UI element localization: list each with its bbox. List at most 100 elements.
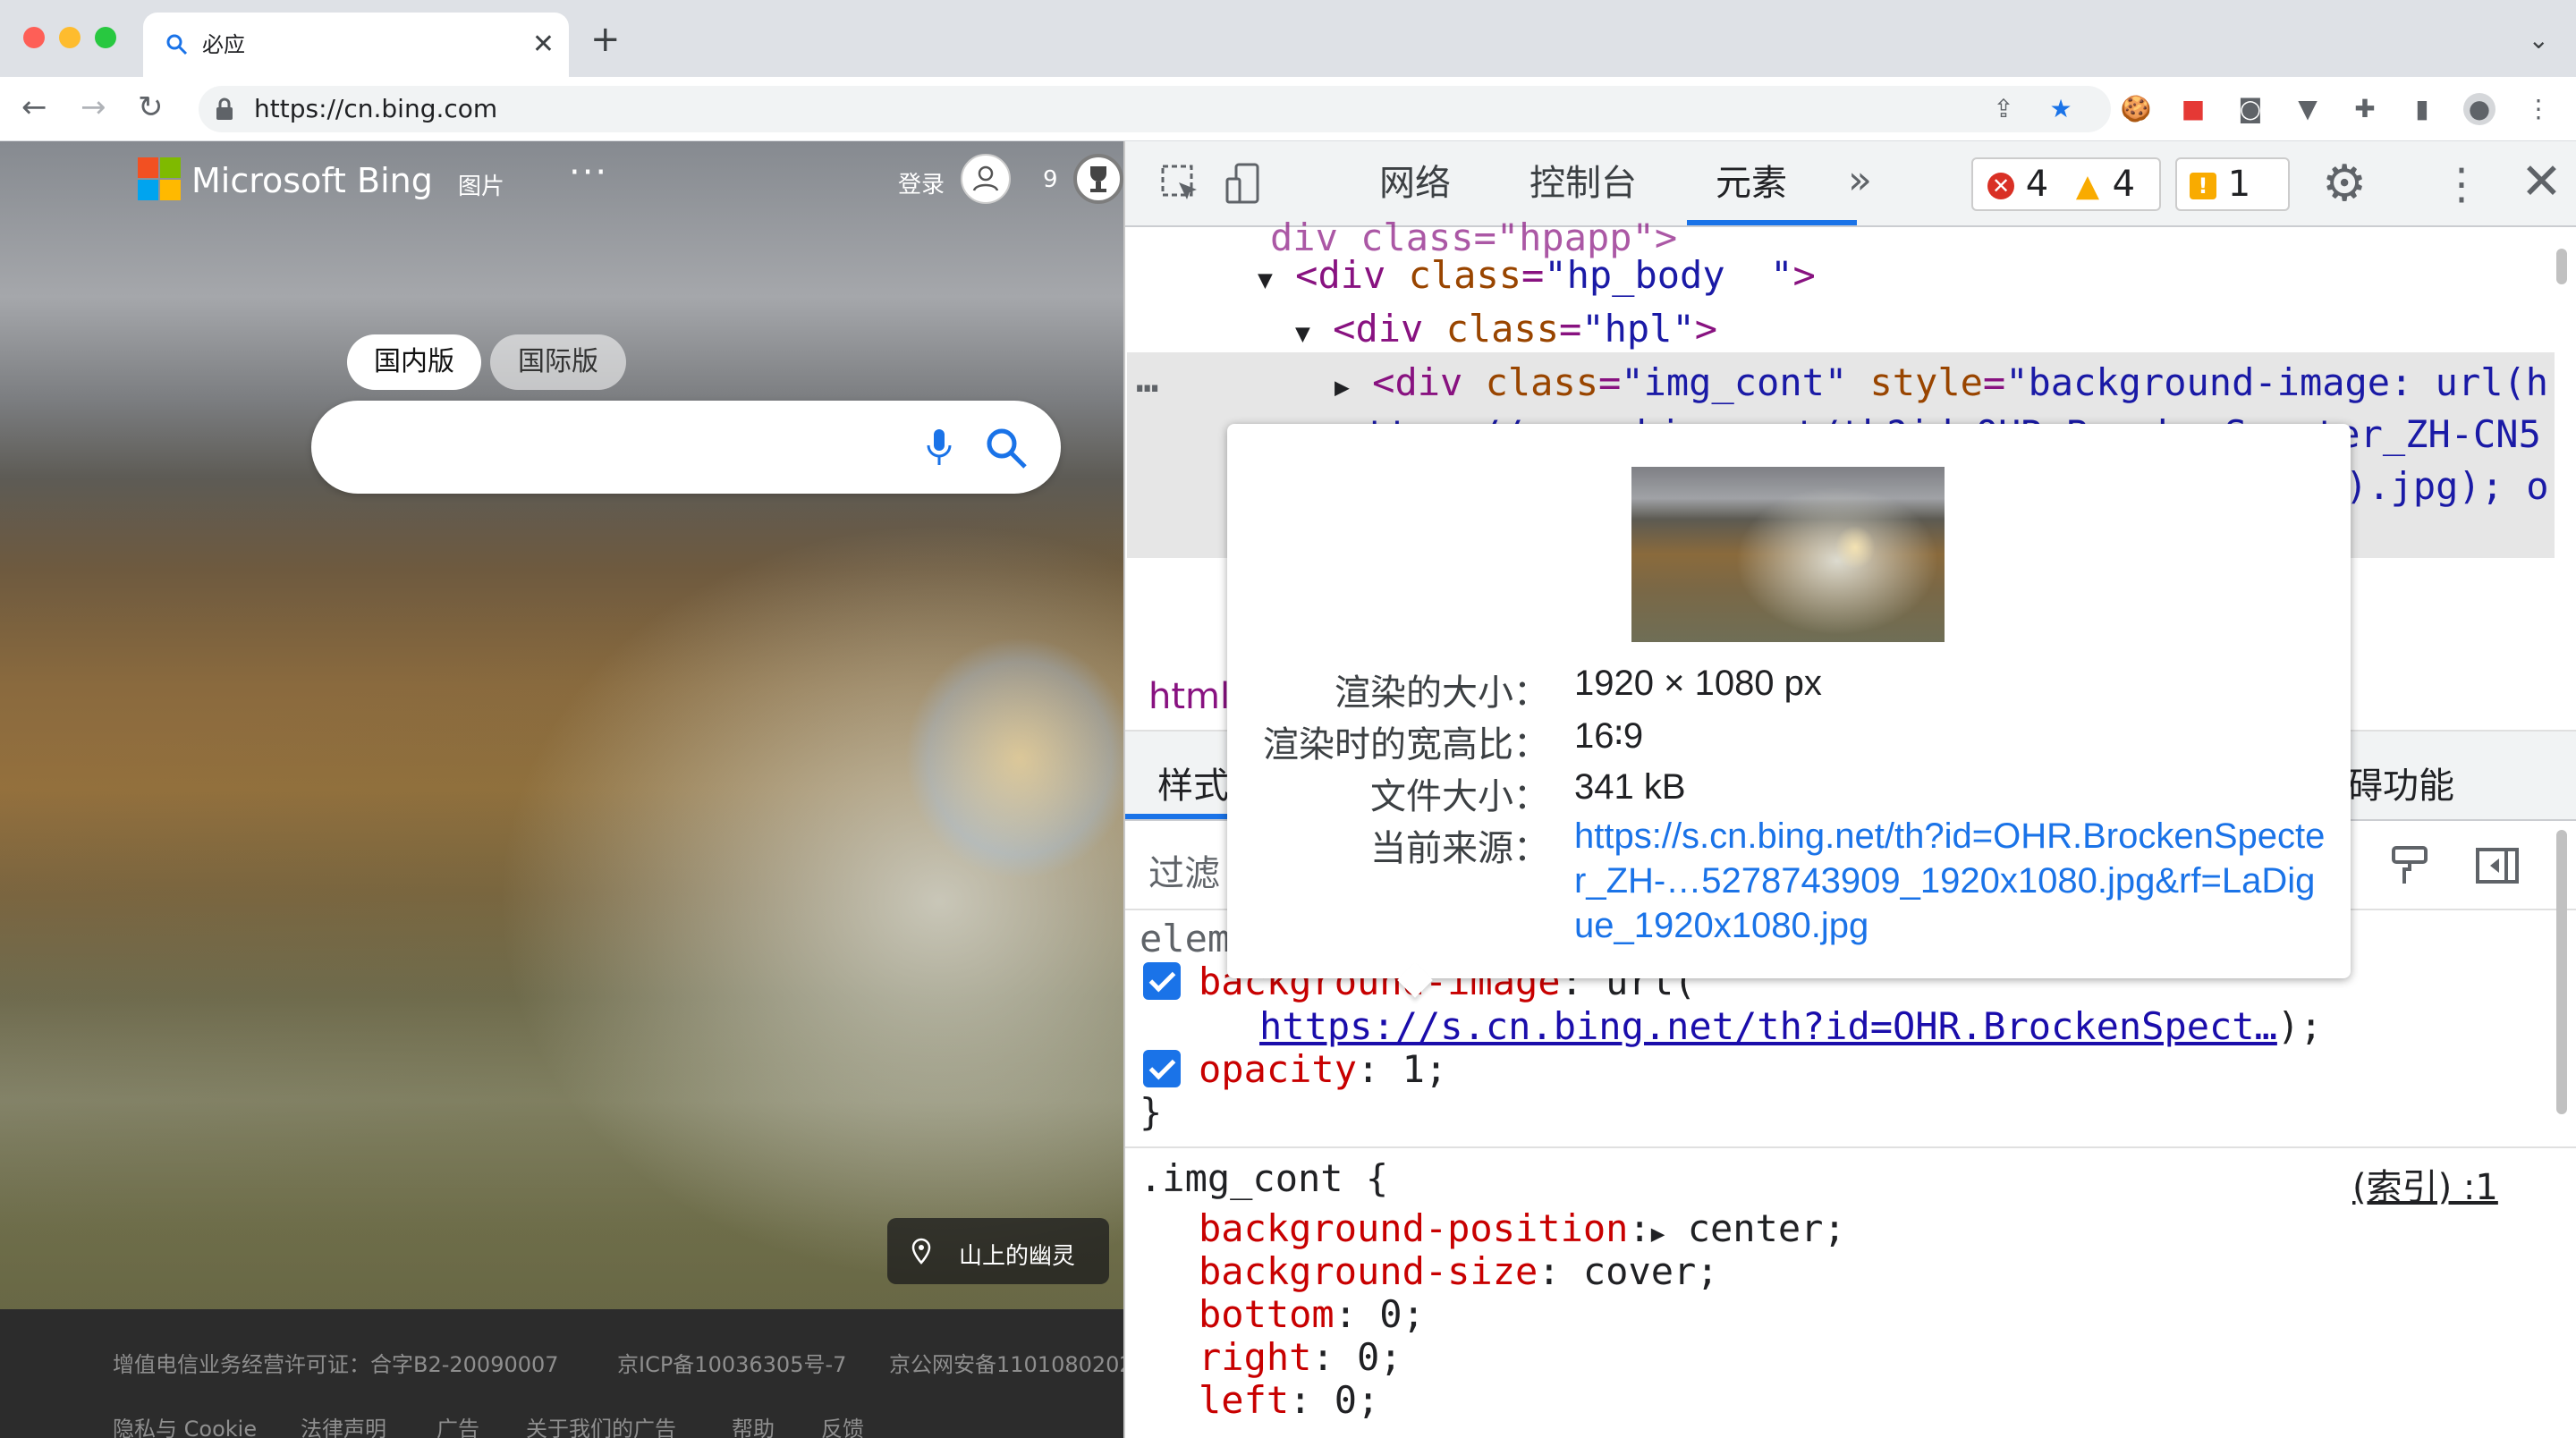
file-size-value: 341 kB: [1574, 767, 1686, 807]
style-source-link[interactable]: (索引) :1: [2352, 1161, 2498, 1214]
collapse-triangle-icon[interactable]: ▼: [1258, 265, 1273, 294]
tab-console[interactable]: 控制台: [1530, 161, 1637, 206]
rendered-size-label: 渲染的大小：: [1335, 673, 1549, 713]
bing-footer: 增值电信业务经营许可证：合字B2-20090007 京ICP备10036305号…: [0, 1309, 1123, 1438]
vue-extension-icon[interactable]: ▼: [2292, 93, 2324, 125]
footer-help-link[interactable]: 帮助: [732, 1411, 775, 1438]
browser-menu-icon[interactable]: ⋮: [2522, 93, 2555, 125]
tab-accessibility[interactable]: 碍功能: [2347, 757, 2454, 808]
footer-privacy-link[interactable]: 隐私与 Cookie: [113, 1411, 257, 1438]
window-close-button[interactable]: [23, 27, 45, 48]
camera-extension-icon[interactable]: ◙: [2234, 93, 2267, 125]
expand-triangle-icon[interactable]: ▶: [1651, 1221, 1665, 1248]
profile-avatar-icon[interactable]: ●: [2463, 93, 2496, 125]
footer-about-ads-link[interactable]: 关于我们的广告: [526, 1411, 676, 1438]
footer-legal-link[interactable]: 法律声明: [301, 1411, 386, 1438]
attr-eq: =: [1559, 307, 1582, 351]
rewards-points[interactable]: 9: [1043, 166, 1058, 193]
new-tab-button[interactable]: +: [590, 21, 621, 57]
img-cont-selector[interactable]: .img_cont {: [1140, 1152, 1388, 1205]
devtools-close-icon[interactable]: ✕: [2521, 154, 2563, 211]
footer-icp[interactable]: 京ICP备10036305号-7: [617, 1347, 846, 1378]
window-minimize-button[interactable]: [59, 27, 80, 48]
image-preview-tooltip: 渲染的大小： 1920 × 1080 px 渲染时的宽高比： 16∶9 文件大小…: [1227, 424, 2351, 998]
aspect-ratio-value: 16∶9: [1574, 716, 1644, 756]
footer-ads-link[interactable]: 广告: [436, 1411, 479, 1438]
inspect-element-icon[interactable]: [1159, 163, 1202, 206]
opacity-checkbox[interactable]: [1143, 1050, 1181, 1087]
issues-counter[interactable]: ! 1: [2175, 157, 2290, 211]
tab-close-icon[interactable]: ✕: [532, 30, 555, 59]
back-button[interactable]: ←: [21, 89, 47, 125]
nav-more-button[interactable]: ···: [569, 152, 608, 193]
bg-url-link[interactable]: https://s.cn.bing.net/th?id=OHR.BrockenS…: [1259, 1004, 2277, 1048]
user-avatar-icon[interactable]: [961, 154, 1011, 204]
footer-feedback-link[interactable]: 反馈: [821, 1411, 864, 1438]
breadcrumb-html[interactable]: html: [1148, 676, 1230, 717]
scope-domestic-tab[interactable]: 国内版: [347, 334, 481, 390]
forward-button[interactable]: →: [80, 89, 106, 125]
error-warning-counter[interactable]: ✕ 4 ▲ 4: [1971, 157, 2161, 211]
device-toolbar-icon[interactable]: [1224, 163, 1267, 206]
side-panel-icon[interactable]: ▮: [2406, 93, 2438, 125]
address-bar[interactable]: https://cn.bing.com ⇪ ★: [199, 86, 2111, 132]
toggle-sidebar-icon[interactable]: [2472, 841, 2522, 891]
login-link[interactable]: 登录: [898, 166, 945, 199]
tag-open: <div: [1333, 307, 1446, 351]
browser-tab[interactable]: 必应 ✕: [143, 13, 569, 77]
collapse-triangle-icon[interactable]: ▼: [1295, 318, 1310, 348]
background-image-checkbox[interactable]: [1143, 962, 1181, 1000]
filter-input[interactable]: 过滤: [1148, 844, 1220, 896]
dom-tree-scrollbar[interactable]: [2556, 249, 2567, 284]
decl-left[interactable]: left: 0;: [1199, 1374, 1379, 1427]
tab-network[interactable]: 网络: [1379, 161, 1451, 206]
decl-opacity[interactable]: opacity: 1;: [1199, 1043, 1447, 1096]
tab-elements[interactable]: 元素: [1716, 161, 1787, 206]
warning-icon: ▲: [2075, 168, 2099, 204]
dom-line-img-cont[interactable]: ▶ <div class="img_cont" style="backgroun…: [1335, 356, 2548, 414]
styles-scrollbar[interactable]: [2556, 830, 2567, 1114]
share-icon[interactable]: ⇪: [1987, 93, 2020, 125]
devtools-menu-icon[interactable]: ⋮: [2440, 157, 2483, 211]
prop-name: background-size: [1199, 1249, 1538, 1293]
attr-name: class: [1445, 307, 1560, 351]
tab-search-icon[interactable]: ⌄: [2529, 25, 2549, 55]
settings-gear-icon[interactable]: ⚙: [2322, 157, 2367, 211]
footer-license[interactable]: 增值电信业务经营许可证：合字B2-20090007: [113, 1347, 559, 1378]
image-location-button[interactable]: 山上的幽灵: [887, 1218, 1109, 1284]
rewards-trophy-icon[interactable]: [1073, 154, 1123, 204]
attr-eq: =: [1598, 360, 1622, 404]
microsoft-logo-icon: [138, 157, 181, 200]
extension-red-icon[interactable]: ■: [2177, 93, 2209, 125]
extensions-puzzle-icon[interactable]: ✚: [2349, 93, 2381, 125]
node-actions-icon[interactable]: …: [1136, 352, 1158, 406]
window-maximize-button[interactable]: [95, 27, 116, 48]
nav-images-link[interactable]: 图片: [458, 168, 504, 201]
error-count: 4: [2025, 164, 2049, 205]
current-source-url[interactable]: https://s.cn.bing.net/th?id=OHR.BrockenS…: [1574, 814, 2326, 948]
bing-brand[interactable]: Microsoft Bing: [191, 161, 433, 200]
dom-line-img-url-end: ).jpg); o: [2345, 464, 2549, 508]
expand-triangle-icon[interactable]: ▶: [1335, 372, 1350, 402]
tab-styles[interactable]: 样式: [1157, 757, 1229, 808]
current-source-label: 当前来源：: [1370, 829, 1549, 868]
rule-separator: [1125, 1146, 2576, 1148]
dom-line-hp-body[interactable]: ▼ <div class="hp_body ">: [1258, 249, 1816, 307]
attr-name: class: [1408, 253, 1522, 297]
bing-homepage: Microsoft Bing 图片 ··· 登录 9 国内版 国际版 山上的幽灵…: [0, 141, 1123, 1438]
more-tabs-button[interactable]: »: [1848, 157, 1872, 203]
bookmark-star-icon[interactable]: ★: [2045, 93, 2077, 125]
scope-international-tab[interactable]: 国际版: [490, 334, 626, 390]
reload-button[interactable]: ↻: [138, 89, 164, 125]
prop-name: left: [1199, 1378, 1290, 1422]
paint-roller-icon[interactable]: [2385, 841, 2435, 891]
warning-count: 4: [2112, 164, 2136, 205]
tag-close: >: [1792, 253, 1816, 297]
microphone-icon[interactable]: [925, 427, 953, 469]
footer-security[interactable]: 京公网安备11010802022657号: [889, 1347, 1123, 1378]
prop-value: 0;: [1379, 1292, 1425, 1336]
search-icon[interactable]: [984, 426, 1029, 470]
cookie-extension-icon[interactable]: 🍪: [2120, 93, 2152, 125]
search-input[interactable]: [311, 401, 1061, 494]
attr-style-value: "background-image: url(h: [2005, 360, 2549, 404]
